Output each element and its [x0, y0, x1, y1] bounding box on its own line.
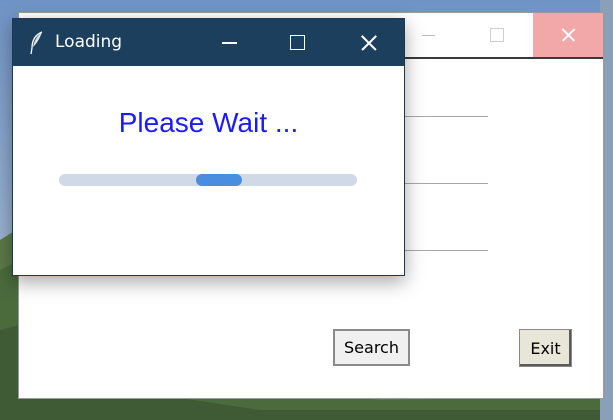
search-button[interactable]: Search: [333, 329, 410, 366]
feather-icon: [30, 31, 43, 55]
maximize-icon[interactable]: [269, 19, 325, 66]
entry-field-3[interactable]: [404, 250, 488, 251]
progress-bar: [59, 174, 357, 186]
progress-indicator: [196, 174, 242, 186]
dialog-title: Loading: [55, 32, 123, 52]
loading-dialog: Loading Please Wait ...: [12, 18, 405, 276]
please-wait-message: Please Wait ...: [118, 107, 299, 138]
dialog-titlebar[interactable]: Loading: [13, 19, 404, 66]
minimize-icon[interactable]: [404, 13, 454, 57]
entry-field-2[interactable]: [404, 183, 488, 184]
close-icon[interactable]: [340, 19, 396, 66]
close-icon[interactable]: [533, 13, 603, 57]
maximize-icon[interactable]: [471, 13, 521, 57]
entry-field-1[interactable]: [404, 116, 488, 117]
exit-button[interactable]: Exit: [519, 329, 572, 367]
minimize-icon[interactable]: [201, 19, 257, 66]
